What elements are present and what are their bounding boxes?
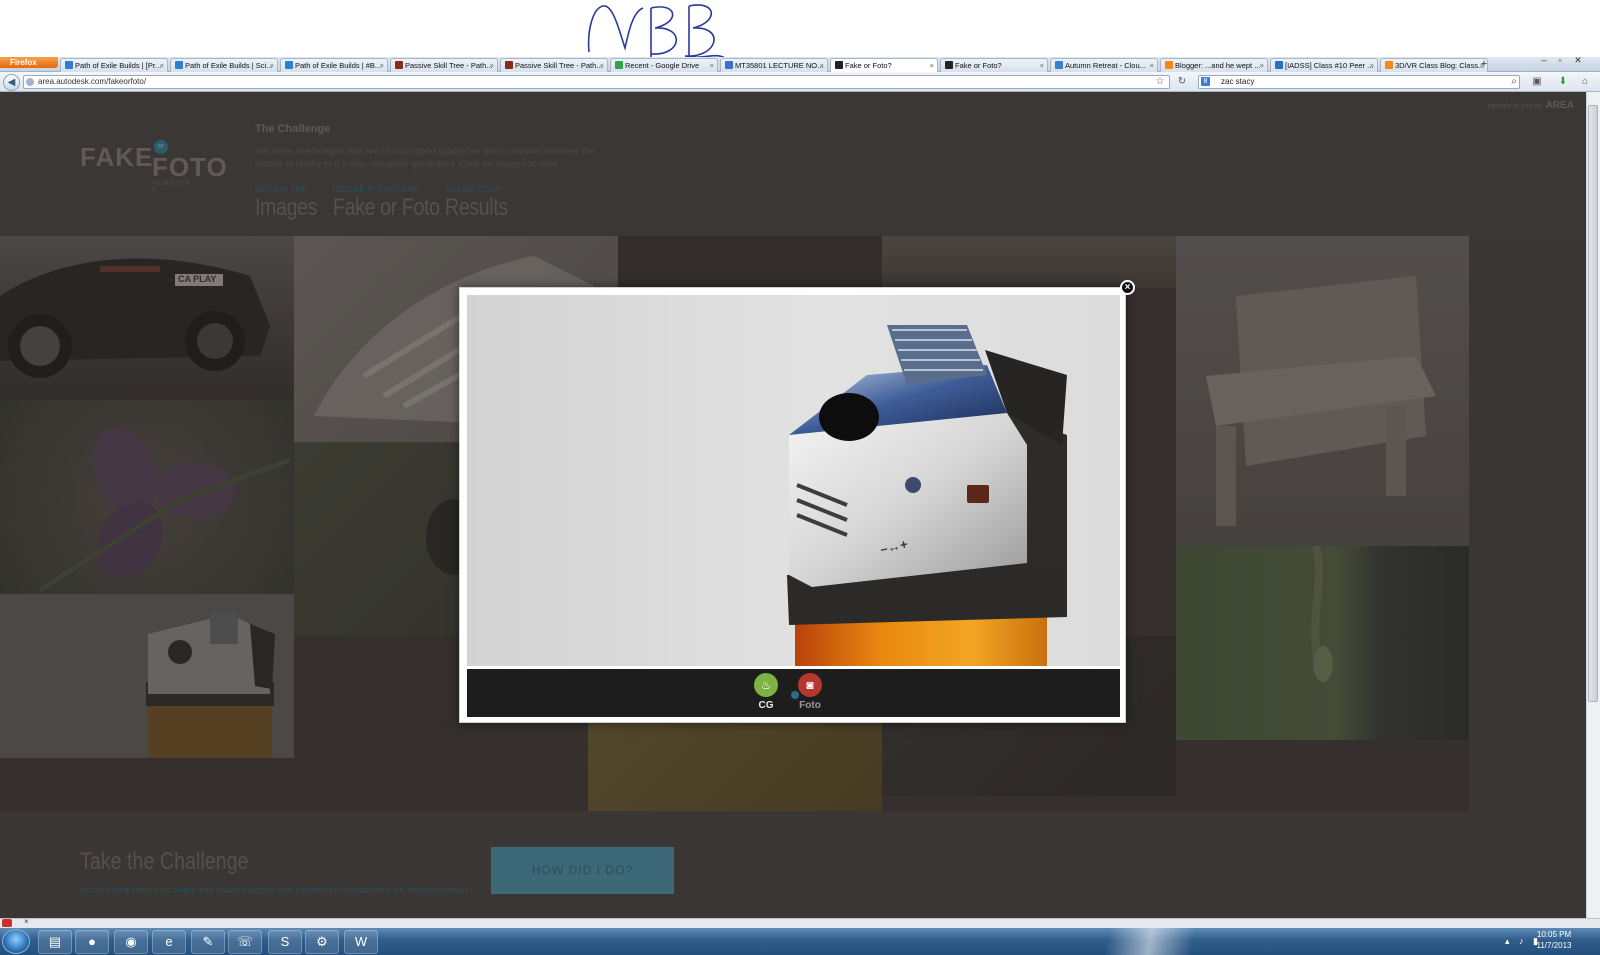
tab-close-icon[interactable]: × <box>160 59 164 72</box>
tab-close-icon[interactable]: × <box>490 59 494 72</box>
tab-label: Passive Skill Tree - Path... <box>515 61 603 70</box>
tab-label: Path of Exile Builds | #B... <box>295 61 382 70</box>
tab-close-icon[interactable]: × <box>1260 59 1264 72</box>
tab-close-icon[interactable]: × <box>930 59 934 72</box>
explorer-icon[interactable]: ▤ <box>38 930 72 954</box>
browser-tab[interactable]: MT35801 LECTURE NO... × <box>720 58 828 72</box>
browser-tab[interactable]: Fake or Foto? × <box>830 58 938 72</box>
word-icon[interactable]: W <box>344 930 378 954</box>
tab-label: Fake or Foto? <box>955 61 1002 70</box>
clock-time[interactable]: 10:05 PM <box>1524 930 1584 939</box>
start-button[interactable] <box>2 929 30 954</box>
browser-tab[interactable]: Blogger: ...and he wept ... × <box>1160 58 1268 72</box>
handwritten-scribble <box>587 4 726 59</box>
tab-label: Blogger: ...and he wept ... <box>1175 61 1261 70</box>
vote-foto-label: Foto <box>799 700 821 711</box>
search-icon[interactable]: ⌕ <box>1507 75 1521 89</box>
ie-icon <box>65 61 73 69</box>
image-vote-modal: –↔+ ♨ CG ◙ Foto <box>459 287 1126 723</box>
url-bar[interactable]: area.autodesk.com/fakeorfoto/ <box>23 75 1170 89</box>
area-icon <box>835 61 843 69</box>
modal-lighter-image: –↔+ <box>467 295 1120 666</box>
poe-icon <box>395 61 403 69</box>
tab-label: Fake or Foto? <box>845 61 892 70</box>
tab-close-icon[interactable]: × <box>1040 59 1044 72</box>
browser-tab[interactable]: Path of Exile Builds | [Pr... × <box>60 58 168 72</box>
close-addon-bar-icon[interactable]: × <box>24 917 29 926</box>
scrollbar-thumb[interactable] <box>1588 105 1598 702</box>
vote-foto-button[interactable]: ◙ Foto <box>797 673 823 711</box>
vote-cg-label: CG <box>758 700 774 711</box>
minimize-icon[interactable]: – <box>1537 55 1551 65</box>
clock-date[interactable]: 11/7/2013 <box>1524 941 1584 950</box>
status-bar <box>0 918 1600 928</box>
tab-close-icon[interactable]: × <box>270 59 274 72</box>
browser-tab[interactable]: Path of Exile Builds | #B... × <box>280 58 388 72</box>
browser-tab[interactable]: 3D/VR Class Blog: Class... × <box>1380 58 1488 72</box>
tab-close-icon[interactable]: × <box>710 59 714 72</box>
skype-icon[interactable]: S <box>268 930 302 954</box>
tab-label: 3D/VR Class Blog: Class... <box>1395 61 1485 70</box>
browser-tab[interactable]: Recent - Google Drive × <box>610 58 718 72</box>
new-tab-button[interactable]: + <box>1477 58 1491 71</box>
tab-label: [IADSS] Class #10 Peer ... <box>1285 61 1374 70</box>
tab-label: Passive Skill Tree - Path... <box>405 61 493 70</box>
blogger-icon <box>1385 61 1393 69</box>
drive-icon <box>615 61 623 69</box>
vote-bar: ♨ CG ◙ Foto <box>467 666 1120 717</box>
reload-icon[interactable]: ↻ <box>1175 75 1189 89</box>
addon-bar-icon[interactable] <box>2 919 12 927</box>
steam-icon[interactable]: ⚙ <box>305 930 339 954</box>
ie-icon[interactable]: e <box>152 930 186 954</box>
browser-tab[interactable]: Passive Skill Tree - Path... × <box>390 58 498 72</box>
home-icon[interactable]: ⌂ <box>1578 75 1592 89</box>
flame-icon: ♨ <box>754 673 778 697</box>
maximize-icon[interactable]: ▫ <box>1553 55 1567 65</box>
vote-cg-button[interactable]: ♨ CG <box>753 673 779 711</box>
tab-label: Recent - Google Drive <box>625 61 700 70</box>
browser-tab[interactable]: Path of Exile Builds | Sci... × <box>170 58 278 72</box>
tab-close-icon[interactable]: × <box>1370 59 1374 72</box>
download-icon[interactable]: ⬇ <box>1556 75 1570 89</box>
ie-icon <box>175 61 183 69</box>
browser-tab[interactable]: Fake or Foto? × <box>940 58 1048 72</box>
doc-icon <box>725 61 733 69</box>
tab-label: Autumn Retreat - Clou... <box>1065 61 1146 70</box>
search-input[interactable]: zac stacy <box>1198 75 1520 89</box>
gtalk-icon[interactable]: ☏ <box>228 930 262 954</box>
firefox-menu-button[interactable]: Firefox <box>0 57 58 68</box>
close-window-icon[interactable]: ✕ <box>1571 55 1585 65</box>
ie-icon <box>285 61 293 69</box>
bookmark-star-icon[interactable]: ☆ <box>1153 75 1167 89</box>
chrome-icon[interactable]: ◉ <box>114 930 148 954</box>
browser-tab[interactable]: Passive Skill Tree - Path... × <box>500 58 608 72</box>
volume-icon[interactable]: ♪ <box>1519 936 1524 946</box>
taskbar-glow <box>1080 928 1220 955</box>
browser-tab[interactable]: [IADSS] Class #10 Peer ... × <box>1270 58 1378 72</box>
tab-close-icon[interactable]: × <box>820 59 824 72</box>
site-identity-icon[interactable] <box>26 78 34 86</box>
tray-arrow-icon[interactable]: ▴ <box>1505 936 1510 947</box>
addon-toolbar-icon[interactable]: ▣ <box>1530 75 1544 89</box>
area-icon <box>945 61 953 69</box>
tab-close-icon[interactable]: × <box>600 59 604 72</box>
browser-tab[interactable]: Autumn Retreat - Clou... × <box>1050 58 1158 72</box>
chat-icon <box>1275 61 1283 69</box>
leaf-icon <box>1055 61 1063 69</box>
lighter-image <box>787 325 1067 666</box>
tab-close-icon[interactable]: × <box>380 59 384 72</box>
search-engine-icon[interactable]: 8 <box>1201 77 1210 86</box>
poe-icon <box>505 61 513 69</box>
tab-close-icon[interactable]: × <box>1150 59 1154 72</box>
camera-icon: ◙ <box>798 673 822 697</box>
tab-label: Path of Exile Builds | [Pr... <box>75 61 162 70</box>
paint-icon[interactable]: ✎ <box>191 930 225 954</box>
close-icon[interactable]: × <box>1120 280 1135 295</box>
tab-label: MT35801 LECTURE NO... <box>735 61 824 70</box>
firefox-icon[interactable]: ● <box>75 930 109 954</box>
tab-label: Path of Exile Builds | Sci... <box>185 61 273 70</box>
blogger-icon <box>1165 61 1173 69</box>
back-button[interactable]: ◀ <box>3 74 20 91</box>
